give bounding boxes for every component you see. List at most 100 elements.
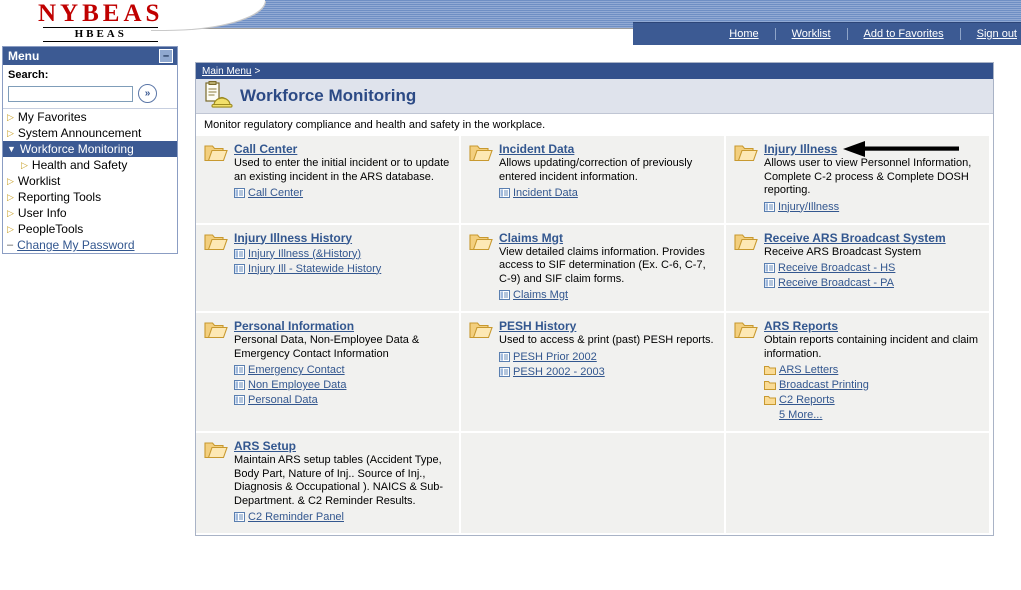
menu-cell-title-link[interactable]: PESH History: [499, 319, 576, 333]
sublink[interactable]: PESH 2002 - 2003: [513, 365, 605, 379]
menu-cell-description: Receive ARS Broadcast System: [764, 245, 922, 258]
folder-icon: [204, 143, 228, 162]
chevron-down-icon: ▼: [7, 144, 16, 154]
page-icon: [234, 395, 245, 405]
menu-cell: Injury Illness Allows user to view Person…: [726, 136, 991, 225]
search-input[interactable]: [8, 85, 133, 102]
menu-cell-title-link[interactable]: ARS Setup: [234, 439, 296, 453]
menu-cell-sublink-list: ARS Letters Broadcast Printing C2 Reports 5…: [764, 363, 981, 422]
breadcrumb-main-menu[interactable]: Main Menu: [202, 66, 251, 77]
nav-link-worklist[interactable]: Worklist: [776, 28, 848, 40]
menu-cell: Incident Data Allows updating/correction …: [461, 136, 726, 225]
sublink[interactable]: Receive Broadcast - PA: [778, 276, 894, 290]
sublink[interactable]: Receive Broadcast - HS: [778, 261, 895, 275]
page-description: Monitor regulatory compliance and health…: [196, 114, 993, 136]
menu-cell: PESH History Used to access & print (past…: [461, 313, 726, 433]
sublink[interactable]: Claims Mgt: [513, 288, 568, 302]
sidebar-item-label: Health and Safety: [31, 158, 128, 172]
menu-cell-description: Maintain ARS setup tables (Accident Type…: [234, 454, 444, 507]
chevron-right-icon: ▷: [7, 175, 14, 186]
page-icon: [234, 248, 245, 259]
breadcrumb-separator: >: [254, 65, 261, 77]
sublink[interactable]: Injury Illness (&History): [248, 247, 361, 261]
nav-link-home[interactable]: Home: [713, 28, 776, 40]
sublink-row: PESH Prior 2002: [499, 350, 716, 364]
sublink-row: PESH 2002 - 2003: [499, 365, 716, 379]
menu-cell-title-link[interactable]: Personal Information: [234, 319, 354, 333]
sidebar-item-label: Change My Password: [17, 238, 135, 252]
menu-cell-description: Used to enter the initial incident or to…: [234, 157, 450, 183]
sublink[interactable]: Personal Data: [248, 393, 318, 407]
sidebar-item-user-info[interactable]: ▷ User Info: [3, 205, 177, 221]
sidebar-item-worklist[interactable]: ▷ Worklist: [3, 173, 177, 189]
sublink[interactable]: ARS Letters: [779, 363, 838, 377]
folder-icon: [469, 320, 493, 339]
search-label: Search:: [8, 69, 49, 81]
menu-cell-description: Allows user to view Personnel Informatio…: [764, 157, 972, 196]
menu-cell-sublink-list: Injury Illness (&History) Injury Ill - St…: [234, 247, 451, 276]
sidebar-item-reporting-tools[interactable]: ▷ Reporting Tools: [3, 189, 177, 205]
breadcrumb: Main Menu >: [196, 63, 993, 79]
page-icon: [764, 263, 775, 273]
content-panel: Main Menu > Workforce Monitoring Monitor…: [195, 62, 994, 536]
chevron-right-icon: ▷: [7, 207, 14, 218]
sidebar-item-my-favorites[interactable]: ▷ My Favorites: [3, 109, 177, 125]
sublink[interactable]: Call Center: [248, 186, 303, 200]
sublink[interactable]: Injury/Illness: [778, 200, 839, 214]
nav-link-sign-out[interactable]: Sign out: [961, 28, 1021, 40]
sublink[interactable]: PESH Prior 2002: [513, 350, 597, 364]
folder-icon: [734, 320, 758, 339]
sublink[interactable]: Emergency Contact: [248, 363, 345, 377]
page-icon: [764, 278, 775, 288]
menu-cell: Injury Illness History Injury Illness (&H…: [196, 224, 461, 313]
sublink[interactable]: Broadcast Printing: [779, 378, 869, 392]
sublink-row: Emergency Contact: [234, 363, 451, 377]
page-title-bar: Workforce Monitoring: [196, 79, 993, 114]
collapse-menu-icon[interactable]: –: [159, 49, 173, 63]
sidebar-menu-panel: Menu – Search: » ▷ My Favorites ▷ System An…: [2, 46, 178, 254]
sublink[interactable]: Incident Data: [513, 186, 578, 200]
menu-cell-title-link[interactable]: Call Center: [234, 142, 297, 156]
menu-cell: Receive ARS Broadcast System Receive ARS …: [726, 224, 991, 313]
page-icon: [234, 365, 245, 375]
sidebar-item-system-announcement[interactable]: ▷ System Announcement: [3, 125, 177, 141]
chevron-right-icon: ▷: [7, 191, 14, 202]
sublink[interactable]: C2 Reminder Panel: [248, 510, 344, 524]
sidebar-item-peopletools[interactable]: ▷ PeopleTools: [3, 221, 177, 237]
folder-icon: [204, 232, 228, 251]
folder-icon: [764, 395, 776, 405]
chevron-right-icon: ▷: [7, 111, 14, 122]
sidebar-item-workforce-monitoring[interactable]: ▼ Workforce Monitoring: [3, 141, 177, 157]
menu-cell-title-link[interactable]: Injury Illness: [764, 142, 837, 156]
sidebar-item-health-and-safety[interactable]: ▷ Health and Safety: [3, 157, 177, 173]
menu-cell-title-link[interactable]: Injury Illness History: [234, 231, 352, 245]
sublink[interactable]: Non Employee Data: [248, 378, 346, 392]
sidebar-item-label: Workforce Monitoring: [19, 142, 134, 156]
menu-cell-sublink-list: Emergency Contact Non Employee Data Person…: [234, 363, 451, 407]
search-go-icon[interactable]: »: [138, 84, 157, 103]
sublink[interactable]: Injury Ill - Statewide History: [248, 262, 381, 276]
sublink-row: ARS Letters: [764, 363, 981, 377]
menu-cell-title-link[interactable]: Incident Data: [499, 142, 574, 156]
sublink[interactable]: 5 More...: [779, 408, 822, 422]
sidebar-item-label: Reporting Tools: [17, 190, 102, 204]
folder-icon: [734, 143, 758, 162]
menu-cell-sublink-list: Incident Data: [499, 186, 716, 200]
menu-cell-grid: Call Center Used to enter the initial inc…: [196, 136, 993, 535]
sublink-row: Receive Broadcast - PA: [764, 276, 981, 290]
dash-icon: –: [7, 239, 14, 251]
sublink[interactable]: C2 Reports: [779, 393, 835, 407]
sidebar-item-change-my-password[interactable]: – Change My Password: [3, 237, 177, 253]
folder-icon: [469, 143, 493, 162]
logo-secondary-text: HBEAS: [74, 28, 127, 40]
menu-cell-title-link[interactable]: ARS Reports: [764, 319, 838, 333]
menu-cell-empty: [726, 433, 991, 535]
sublink-row: Broadcast Printing: [764, 378, 981, 392]
nav-link-add-to-favorites[interactable]: Add to Favorites: [848, 28, 961, 40]
sidebar-item-list: ▷ My Favorites ▷ System Announcement ▼ Workfo…: [3, 108, 177, 253]
menu-cell: Call Center Used to enter the initial inc…: [196, 136, 461, 225]
workforce-monitoring-icon: [204, 80, 234, 112]
menu-cell-title-link[interactable]: Receive ARS Broadcast System: [764, 231, 946, 245]
sidebar-search-area: Search: »: [3, 65, 177, 108]
menu-cell-title-link[interactable]: Claims Mgt: [499, 231, 563, 245]
